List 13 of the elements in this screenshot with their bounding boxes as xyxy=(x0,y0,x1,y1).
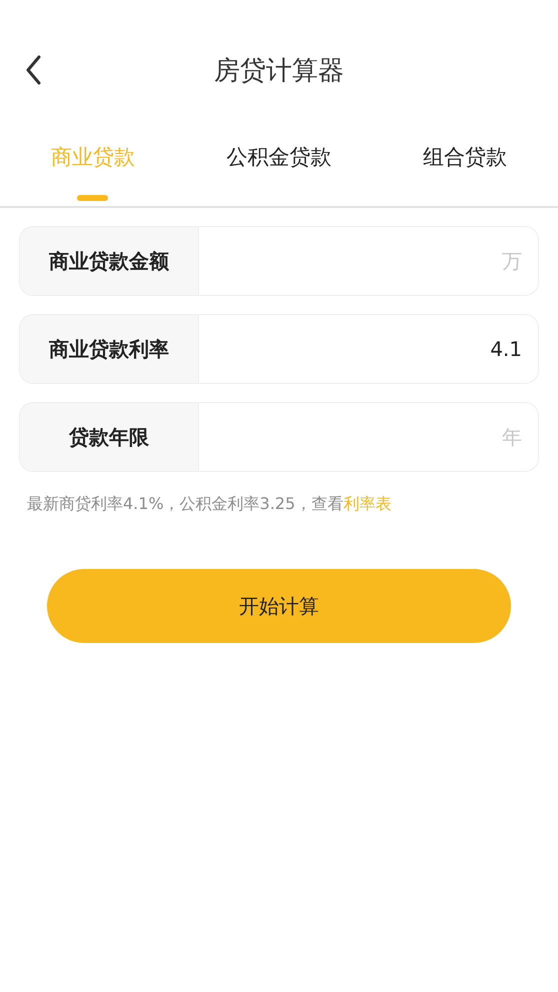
rate-hint: 最新商贷利率4.1%，公积金利率3.25，查看利率表 xyxy=(27,494,392,515)
loan-type-tab[interactable]: 组合贷款 xyxy=(372,110,558,206)
input-field[interactable]: 4.1 xyxy=(199,314,539,384)
field-label: 商业贷款金额 xyxy=(19,226,199,296)
calculate-button[interactable]: 开始计算 xyxy=(47,569,511,643)
back-icon xyxy=(25,55,41,85)
input-field[interactable]: 年 xyxy=(199,402,539,472)
loan-type-tab[interactable]: 公积金贷款 xyxy=(186,110,372,206)
input-field[interactable]: 万 xyxy=(199,226,539,296)
field-label: 商业贷款利率 xyxy=(19,314,199,384)
page-title: 房贷计算器 xyxy=(214,54,344,88)
active-tab-indicator xyxy=(77,195,108,201)
field-label: 贷款年限 xyxy=(19,402,199,472)
